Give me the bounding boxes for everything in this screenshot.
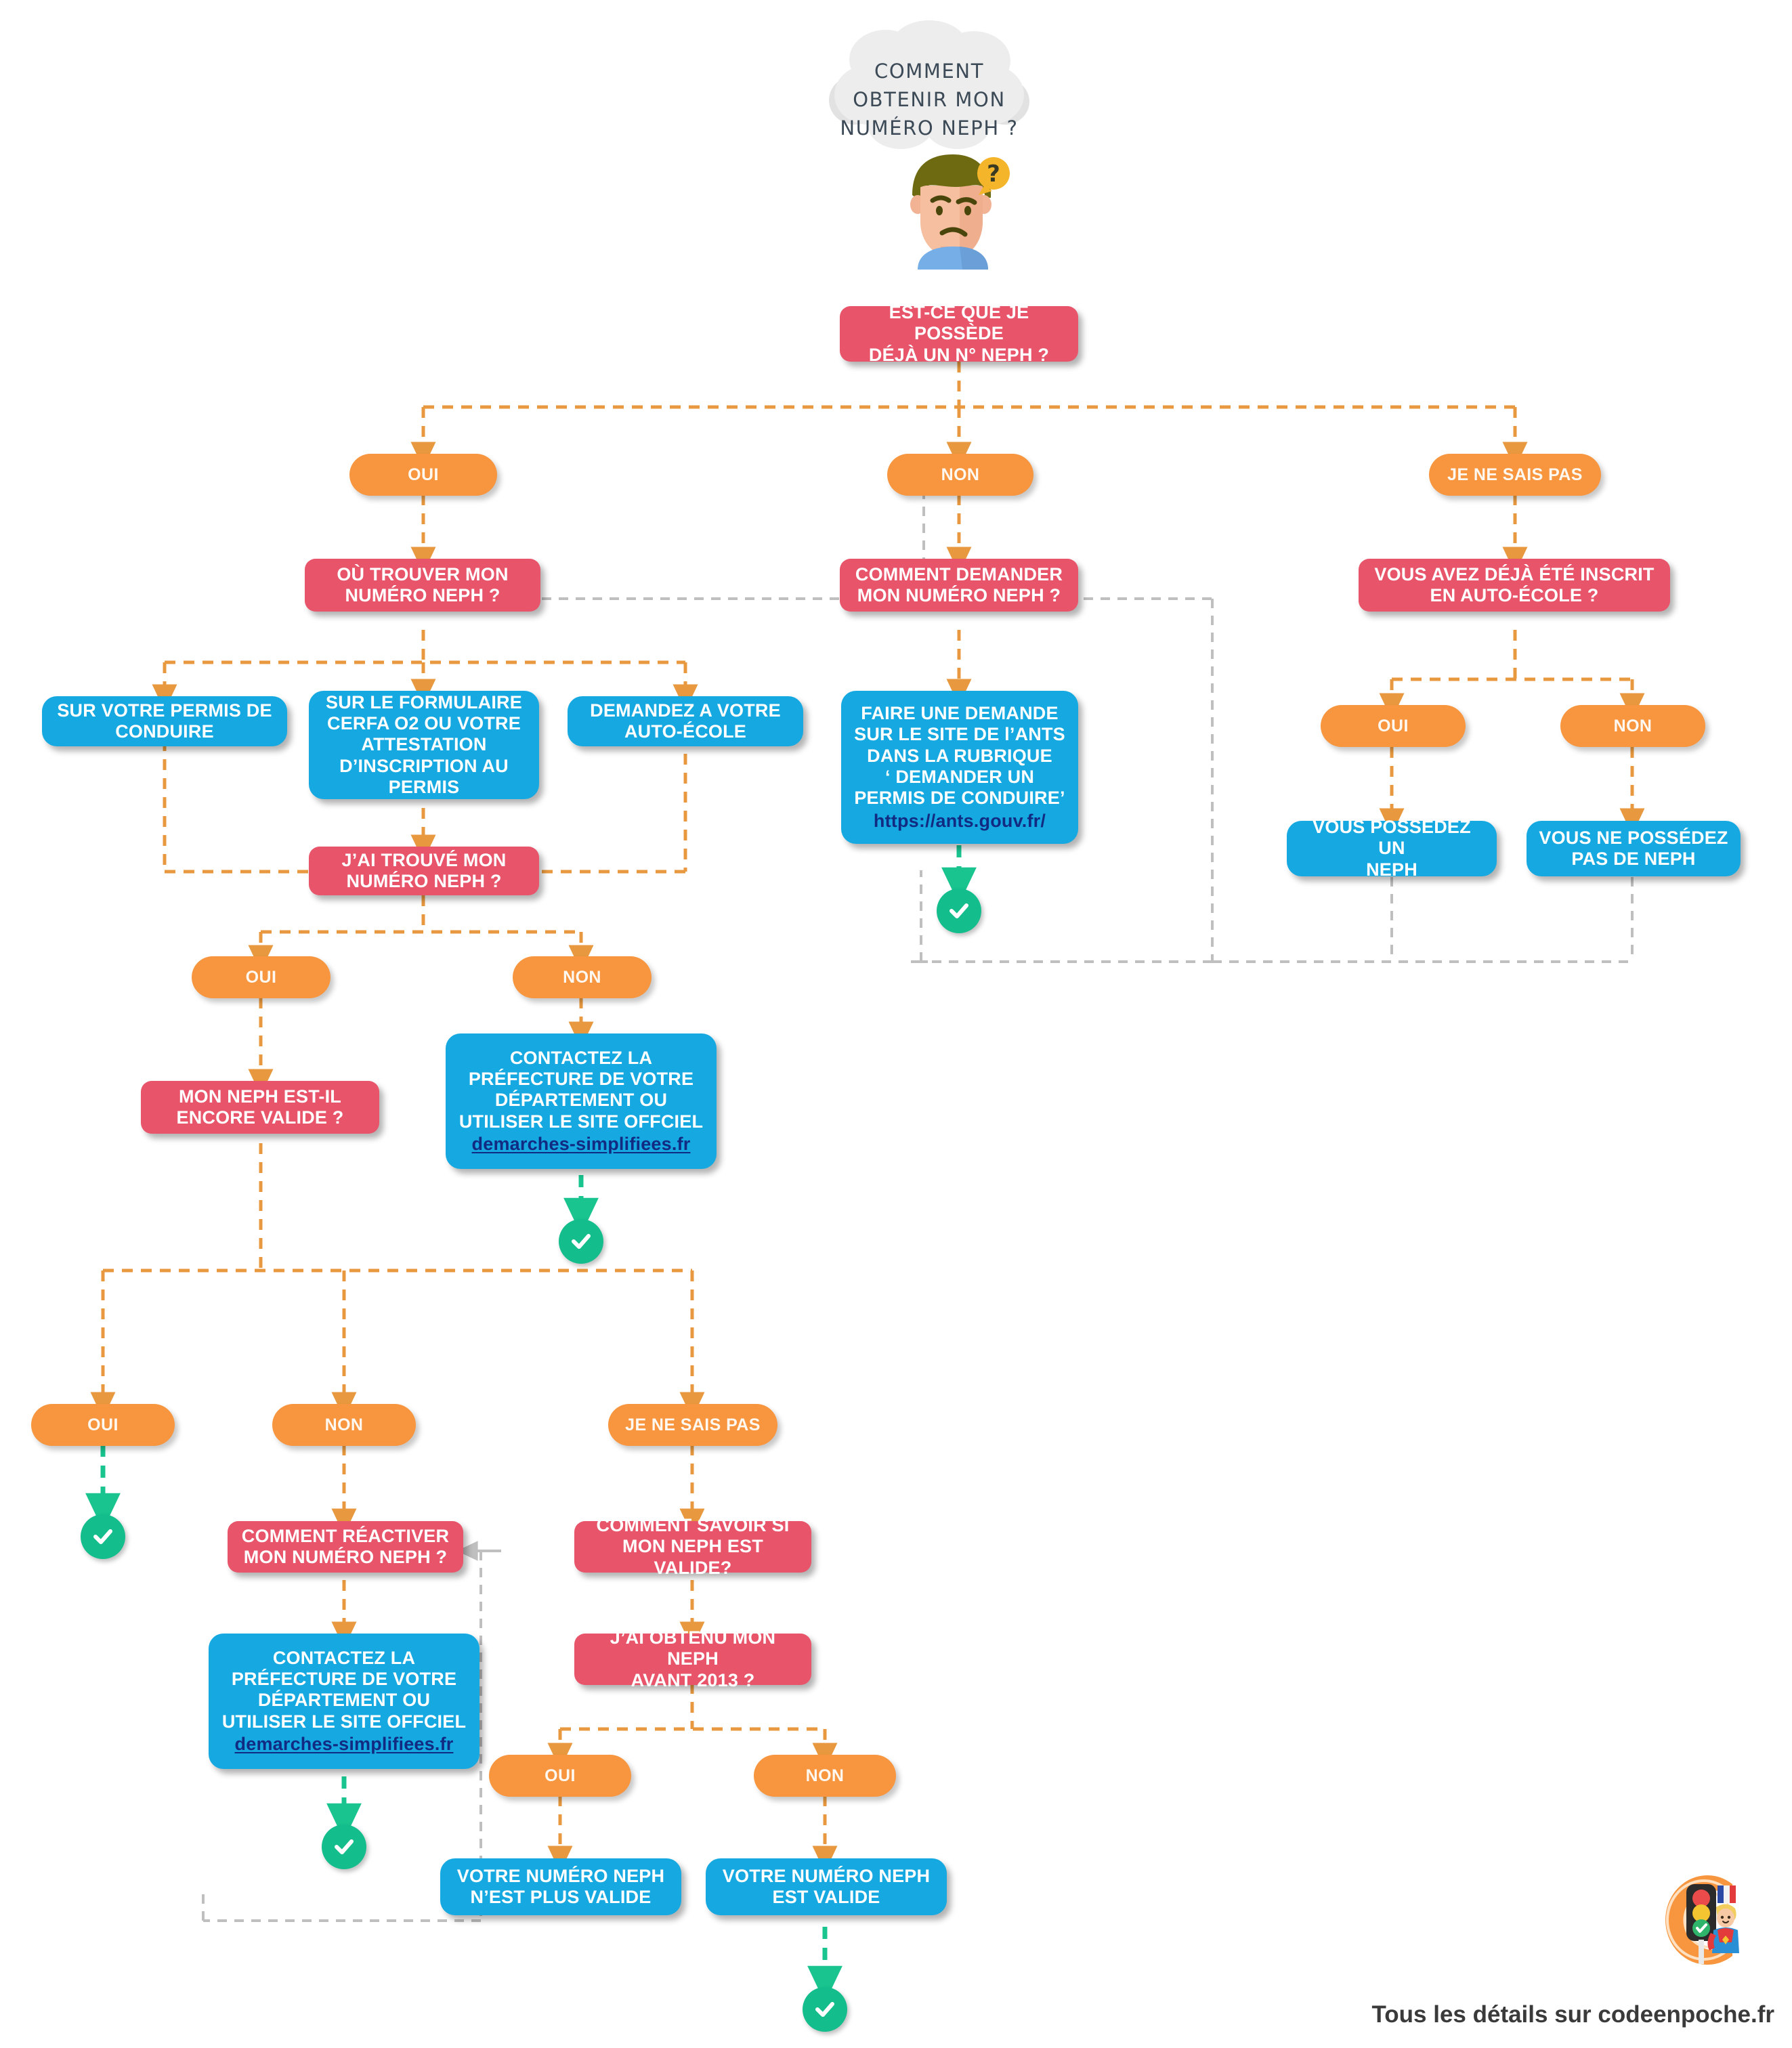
page-title: COMMENT OBTENIR MON NUMÉRO NEPH ? (828, 57, 1031, 142)
success-check-prefecture-2 (322, 1825, 366, 1869)
answer-you-have-no-neph[interactable]: VOUS NE POSSÉDEZ PAS DE NEPH (1527, 821, 1741, 876)
title-line-3: NUMÉRO NEPH ? (840, 116, 1019, 140)
flowchart-canvas: COMMENT OBTENIR MON NUMÉRO NEPH ? ? EST-… (0, 0, 1792, 2048)
answer-ants-body: FAIRE UNE DEMANDE SUR LE SITE DE l’ANTS DA… (854, 703, 1065, 809)
answer-contact-prefecture-1[interactable]: CONTACTEZ LA PRÉFECTURE DE VOTRE DÉPARTEME… (446, 1033, 717, 1169)
pill-valid-je-ne-sais-pas[interactable]: JE NE SAIS PAS (608, 1404, 777, 1446)
success-check-valid-yes (81, 1514, 125, 1559)
footer-tagline: Tous les détails sur codeenpoche.fr (1371, 2001, 1774, 2028)
answer-on-your-driving-licence[interactable]: SUR VOTRE PERMIS DE CONDUIRE (42, 696, 287, 746)
pill-2013-non[interactable]: NON (754, 1755, 896, 1797)
pill-valid-non[interactable]: NON (272, 1404, 416, 1446)
pill-root-non[interactable]: NON (887, 454, 1033, 496)
ants-url-link[interactable]: https://ants.gouv.fr/ (874, 811, 1046, 832)
question-do-i-have-neph[interactable]: EST-CE QUE JE POSSÈDE DÉJÀ UN N° NEPH ? (840, 302, 1078, 365)
title-line-1: COMMENT (874, 60, 985, 83)
pill-found-non[interactable]: NON (513, 956, 652, 998)
demarches-simplifiees-link-2[interactable]: demarches-simplifiees.fr (235, 1734, 454, 1755)
question-how-to-reactivate-neph[interactable]: COMMENT RÉACTIVER MON NUMÉRO NEPH ? (228, 1521, 463, 1573)
answer-prefecture-2-body: CONTACTEZ LA PRÉFECTURE DE VOTRE DÉPARTEME… (221, 1647, 467, 1732)
title-line-2: OBTENIR MON (853, 88, 1006, 112)
answer-ask-driving-school[interactable]: DEMANDEZ A VOTRE AUTO-ÉCOLE (568, 696, 803, 746)
question-neph-before-2013[interactable]: J’AI OBTENU MON NEPH AVANT 2013 ? (574, 1627, 811, 1690)
question-is-my-neph-still-valid[interactable]: MON NEPH EST-IL ENCORE VALIDE ? (141, 1081, 379, 1134)
pill-found-oui[interactable]: OUI (192, 956, 330, 998)
question-already-enrolled-driving-school[interactable]: VOUS AVEZ DÉJÀ ÉTÉ INSCRIT EN AUTO-ÉCOLE … (1359, 559, 1670, 612)
answer-neph-is-valid[interactable]: VOTRE NUMÉRO NEPH EST VALIDE (706, 1858, 947, 1915)
answer-request-on-ants-website[interactable]: FAIRE UNE DEMANDE SUR LE SITE DE l’ANTS DA… (841, 691, 1078, 844)
svg-text:?: ? (987, 161, 1000, 188)
question-how-to-request-neph[interactable]: COMMENT DEMANDER MON NUMÉRO NEPH ? (840, 559, 1078, 612)
answer-prefecture-1-body: CONTACTEZ LA PRÉFECTURE DE VOTRE DÉPARTEME… (458, 1047, 704, 1132)
success-check-neph-valid (803, 1987, 847, 2032)
title-thought-cloud: COMMENT OBTENIR MON NUMÉRO NEPH ? (828, 19, 1031, 165)
pill-enrolled-non[interactable]: NON (1560, 705, 1705, 747)
check-icon (815, 2002, 834, 2017)
pill-root-je-ne-sais-pas[interactable]: JE NE SAIS PAS (1429, 454, 1601, 496)
pill-valid-oui[interactable]: OUI (31, 1404, 175, 1446)
check-icon (950, 903, 968, 918)
question-i-found-my-neph[interactable]: J’AI TROUVÉ MON NUMÉRO NEPH ? (309, 847, 539, 895)
check-icon (335, 1839, 354, 1854)
confused-person-avatar: ? (910, 154, 1010, 270)
demarches-simplifiees-link-1[interactable]: demarches-simplifiees.fr (472, 1134, 691, 1155)
question-bubble-icon: ? (977, 157, 1010, 195)
french-flag-icon (1718, 1885, 1736, 1903)
question-how-to-know-if-neph-valid[interactable]: COMMENT SAVOIR SI MON NEPH EST VALIDE? (574, 1515, 811, 1578)
answer-neph-no-longer-valid[interactable]: VOTRE NUMÉRO NEPH N’EST PLUS VALIDE (440, 1858, 681, 1915)
success-check-prefecture-1 (559, 1219, 603, 1264)
check-icon (93, 1529, 112, 1544)
success-check-ants (937, 889, 981, 933)
question-where-to-find-neph[interactable]: OÙ TROUVER MON NUMÉRO NEPH ? (305, 559, 540, 612)
codeenpoche-logo[interactable] (1652, 1869, 1754, 1971)
answer-contact-prefecture-2[interactable]: CONTACTEZ LA PRÉFECTURE DE VOTRE DÉPARTEME… (209, 1634, 479, 1769)
check-icon (572, 1234, 591, 1249)
pill-2013-oui[interactable]: OUI (489, 1755, 631, 1797)
pill-enrolled-oui[interactable]: OUI (1321, 705, 1466, 747)
answer-you-have-a-neph[interactable]: VOUS POSSÉDEZ UN NEPH (1287, 817, 1497, 880)
pill-root-oui[interactable]: OUI (349, 454, 497, 496)
answer-cerfa-form-or-attestation[interactable]: SUR LE FORMULAIRE CERFA O2 OU VOTRE ATTEST… (309, 691, 539, 799)
